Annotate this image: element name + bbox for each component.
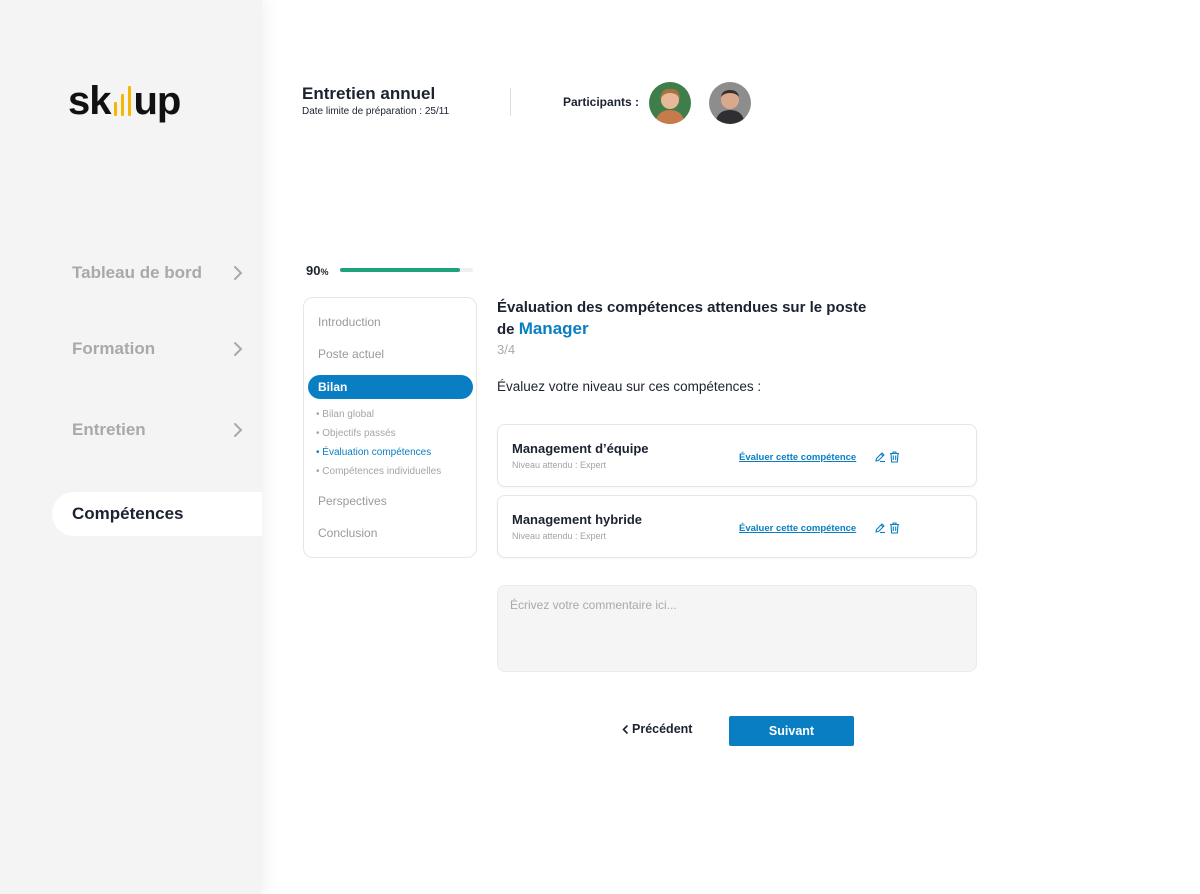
substep-competences-individuelles[interactable]: • Compétences individuelles [316, 466, 441, 477]
step-bilan[interactable]: Bilan [308, 375, 473, 399]
progress-bar [340, 268, 473, 272]
page-title: Entretien annuel [302, 84, 436, 103]
participants-label: Participants : [563, 95, 640, 109]
previous-button[interactable]: Précédent [622, 722, 692, 736]
sidebar-item-tableau-de-bord[interactable]: Tableau de bord [72, 258, 244, 288]
progress-unit: % [320, 267, 329, 277]
section-title-prefix: de [497, 321, 519, 338]
deadline-text: Date limite de préparation : 25/11 [302, 106, 450, 117]
progress-value: 90 [306, 263, 321, 278]
comment-field[interactable] [497, 585, 977, 672]
competence-card: Management d’équipe Niveau attendu : Exp… [497, 424, 977, 487]
steps-panel: Introduction Poste actuel Bilan • Bilan … [303, 297, 477, 558]
trash-icon[interactable] [889, 522, 900, 534]
sidebar-item-label: Tableau de bord [72, 263, 203, 282]
section-title-role: Manager [518, 319, 589, 338]
instruction-text: Évaluez votre niveau sur ces compétences… [497, 379, 762, 394]
competence-name: Management hybride [512, 512, 643, 527]
chevron-left-icon [622, 724, 628, 734]
sidebar-item-label: Formation [72, 339, 156, 358]
section-title: Évaluation des compétences attendues sur… [497, 297, 897, 340]
sidebar-item-entretien[interactable]: Entretien [72, 415, 244, 445]
evaluate-competence-link[interactable]: Évaluer cette compétence [739, 523, 856, 534]
step-counter: 3/4 [497, 342, 516, 357]
step-poste-actuel[interactable]: Poste actuel [318, 347, 384, 361]
competence-level: Niveau attendu : Expert [512, 460, 607, 470]
previous-button-label: Précédent [632, 722, 693, 736]
sidebar-item-formation[interactable]: Formation [72, 334, 244, 364]
skillup-logo[interactable]: sk up [68, 74, 182, 124]
sidebar: sk up Tableau de bord Formation Entretie… [0, 0, 262, 894]
progress-fill [340, 268, 460, 272]
section-title-line1: Évaluation des compétences attendues sur… [497, 299, 867, 316]
chevron-right-icon [234, 423, 243, 437]
logo-suffix: up [133, 79, 182, 123]
progress-percent: 90% [306, 263, 328, 278]
avatar[interactable] [649, 82, 691, 124]
competence-level: Niveau attendu : Expert [512, 531, 607, 541]
avatar[interactable] [709, 82, 751, 124]
step-conclusion[interactable]: Conclusion [318, 526, 377, 540]
substep-bilan-global[interactable]: • Bilan global [316, 409, 374, 420]
substep-evaluation-competences[interactable]: • Évaluation compétences [316, 447, 431, 458]
chevron-right-icon [234, 342, 243, 356]
edit-icon[interactable] [874, 451, 886, 463]
edit-icon[interactable] [874, 522, 886, 534]
evaluate-competence-link[interactable]: Évaluer cette compétence [739, 452, 856, 463]
competence-card: Management hybride Niveau attendu : Expe… [497, 495, 977, 558]
step-introduction[interactable]: Introduction [318, 315, 381, 329]
chevron-right-icon [234, 266, 243, 280]
logo-prefix: sk [68, 79, 111, 123]
step-perspectives[interactable]: Perspectives [318, 494, 387, 508]
competence-name: Management d’équipe [512, 441, 649, 456]
sidebar-item-label: Entretien [72, 420, 146, 439]
header-divider [510, 88, 511, 116]
sidebar-item-competences[interactable]: Compétences [52, 492, 262, 536]
avatar-man-icon [709, 82, 751, 124]
trash-icon[interactable] [889, 451, 900, 463]
sidebar-item-label: Compétences [72, 504, 184, 523]
substep-objectifs-passes[interactable]: • Objectifs passés [316, 428, 396, 439]
logo-bars-icon [113, 86, 131, 116]
avatar-woman-icon [649, 82, 691, 124]
next-button[interactable]: Suivant [729, 716, 854, 746]
